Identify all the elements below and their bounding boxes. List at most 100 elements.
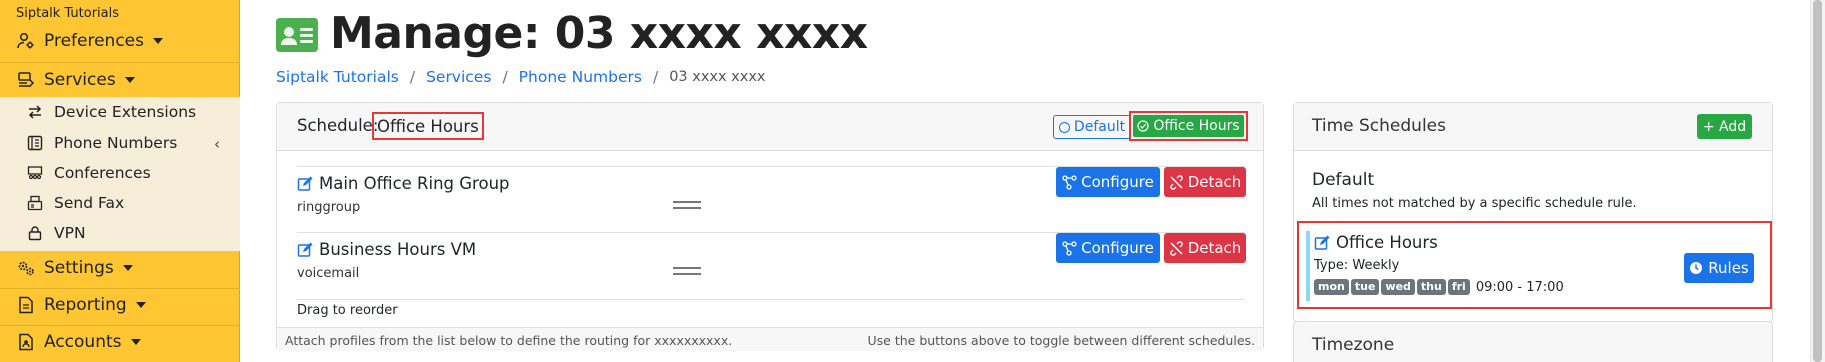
schedule-name: Office Hours [372, 112, 484, 140]
sidebar-item-settings[interactable]: Settings [0, 251, 240, 285]
configure-button[interactable]: Configure [1056, 167, 1160, 197]
button-label: Configure [1081, 173, 1154, 191]
sidebar-item-label: Reporting [44, 295, 127, 315]
profile-name-text: Main Office Ring Group [319, 174, 510, 193]
detach-button[interactable]: Detach [1164, 167, 1246, 197]
clock-icon [1690, 262, 1703, 274]
circle-icon [1058, 121, 1070, 133]
sidebar-brand[interactable]: Siptalk Tutorials [16, 6, 119, 21]
drag-handle-icon[interactable] [673, 201, 701, 209]
toggle-label: Office Hours [1153, 118, 1240, 134]
drag-handle-icon[interactable] [673, 267, 701, 275]
schedule-card: Schedule: Office Hours Default Office Ho… [276, 102, 1264, 351]
unlink-icon [1169, 174, 1183, 190]
schedule-label: Schedule: [297, 116, 379, 135]
flow-icon [1062, 174, 1077, 190]
breadcrumb-current: 03 xxxx xxxx [669, 69, 766, 85]
rules-button[interactable]: Rules [1684, 253, 1754, 283]
sidebar-item-label: Accounts [44, 332, 122, 352]
footer-hint-left: Attach profiles from the list below to d… [285, 333, 733, 348]
accounts-icon [16, 332, 36, 352]
time-schedules-card: Time Schedules + Add Default All times n… [1293, 102, 1773, 322]
schedule-hours: 09:00 - 17:00 [1475, 279, 1564, 295]
sidebar-item-label: VPN [54, 224, 86, 242]
sidebar-item-phone-numbers[interactable]: Phone Numbers ‹ [0, 128, 240, 158]
day-badge: fri [1447, 279, 1470, 295]
sidebar-item-label: Settings [44, 258, 114, 278]
id-card-icon [276, 18, 318, 52]
profile-name[interactable]: Business Hours VM [297, 240, 476, 259]
office-hours-schedule[interactable]: Office Hours [1314, 233, 1438, 252]
default-schedule-toggle[interactable]: Default [1053, 115, 1131, 139]
breadcrumb-separator: / [409, 68, 416, 86]
sidebar-item-label: Services [44, 70, 116, 90]
lock-icon [26, 224, 44, 242]
day-badge: thu [1416, 279, 1446, 295]
default-schedule-desc: All times not matched by a specific sche… [1312, 196, 1637, 211]
schedule-type: Type: Weekly [1314, 258, 1400, 273]
button-label: Rules [1708, 259, 1749, 277]
day-badge: wed [1381, 279, 1415, 295]
sidebar-item-vpn[interactable]: VPN [0, 218, 240, 248]
profile-type: ringgroup [297, 200, 361, 215]
arrows-exchange-icon [26, 103, 44, 121]
edit-icon[interactable] [297, 176, 313, 192]
sidebar-item-services[interactable]: Services [0, 63, 240, 97]
caret-down-icon [152, 38, 163, 44]
sidebar-item-preferences[interactable]: Preferences [0, 24, 240, 58]
profile-name-text: Business Hours VM [319, 240, 477, 259]
breadcrumb-link-phone-numbers[interactable]: Phone Numbers [519, 68, 642, 86]
caret-down-icon [130, 339, 141, 345]
report-icon [16, 295, 36, 315]
caret-down-icon [124, 77, 135, 83]
row-divider [297, 299, 1245, 300]
button-label: Detach [1187, 173, 1242, 191]
check-circle-icon [1137, 120, 1149, 132]
breadcrumb-link-services[interactable]: Services [426, 68, 491, 86]
detach-button[interactable]: Detach [1164, 233, 1246, 263]
gears-icon [16, 258, 36, 278]
sidebar-item-label: Phone Numbers [54, 134, 178, 152]
configure-button[interactable]: Configure [1056, 233, 1160, 263]
sidebar-item-label: Send Fax [54, 194, 125, 212]
day-badge: tue [1350, 279, 1380, 295]
sidebar-item-accounts[interactable]: Accounts [0, 325, 240, 359]
button-label: Detach [1187, 239, 1242, 257]
timezone-card: Timezone [1293, 321, 1773, 362]
user-gear-icon [16, 31, 36, 51]
breadcrumb-separator: / [652, 68, 659, 86]
edit-icon[interactable] [1314, 235, 1330, 251]
unlink-icon [1169, 240, 1183, 256]
phone-numbers-icon [26, 134, 44, 152]
sidebar-item-device-extensions[interactable]: Device Extensions [0, 97, 240, 127]
breadcrumb: Siptalk Tutorials / Services / Phone Num… [276, 68, 766, 86]
sidebar-item-reporting[interactable]: Reporting [0, 288, 240, 322]
caret-down-icon [122, 265, 133, 271]
button-label: Configure [1081, 239, 1154, 257]
sidebar-item-label: Conferences [54, 164, 151, 182]
conference-icon [26, 164, 44, 182]
breadcrumb-link-home[interactable]: Siptalk Tutorials [276, 68, 399, 86]
profile-name[interactable]: Main Office Ring Group [297, 174, 510, 193]
active-indicator [1306, 231, 1310, 301]
schedule-name-text: Office Hours [1336, 233, 1438, 252]
day-badge: mon [1314, 279, 1349, 295]
add-schedule-button[interactable]: + Add [1697, 114, 1752, 139]
edit-icon[interactable] [297, 242, 313, 258]
caret-down-icon [135, 302, 146, 308]
fax-icon [26, 194, 44, 212]
services-icon [16, 70, 36, 90]
office-hours-schedule-toggle[interactable]: Office Hours [1133, 115, 1244, 137]
timezone-title: Timezone [1312, 335, 1395, 355]
sidebar-item-send-fax[interactable]: Send Fax [0, 188, 240, 218]
scrollbar-thumb[interactable] [1813, 0, 1822, 362]
schedule-days: mon tue wed thu fri 09:00 - 17:00 [1314, 279, 1564, 295]
default-schedule-title: Default [1312, 170, 1375, 190]
app-root: Siptalk Tutorials Preferences Services D… [0, 0, 1825, 362]
sidebar-item-conferences[interactable]: Conferences [0, 158, 240, 188]
footer-hint-right: Use the buttons above to toggle between … [867, 333, 1256, 348]
time-schedules-title: Time Schedules [1312, 116, 1446, 136]
sidebar: Siptalk Tutorials Preferences Services D… [0, 0, 240, 362]
flow-icon [1062, 240, 1077, 256]
drag-hint: Drag to reorder [297, 303, 398, 318]
